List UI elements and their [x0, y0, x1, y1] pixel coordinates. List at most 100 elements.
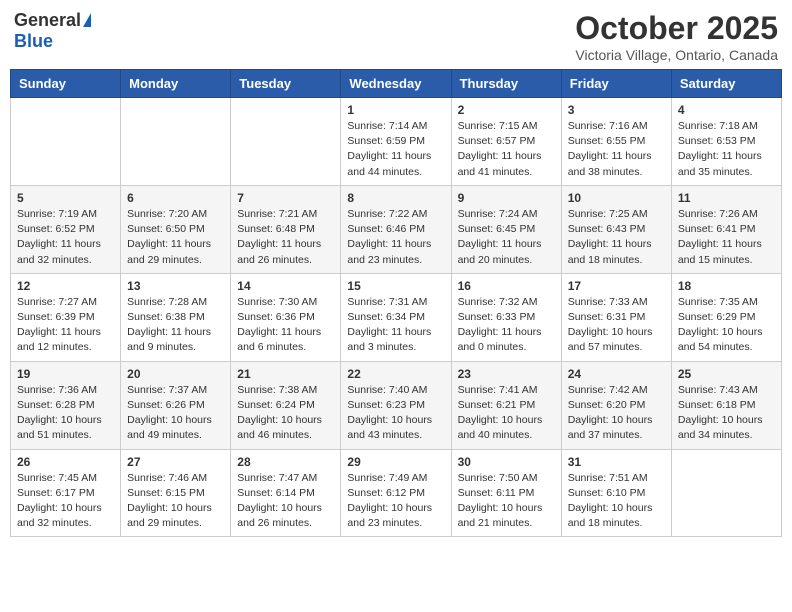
day-info: Sunrise: 7:38 AM Sunset: 6:24 PM Dayligh…: [237, 383, 334, 444]
day-number: 13: [127, 279, 224, 293]
calendar-cell: 11 Sunrise: 7:26 AM Sunset: 6:41 PM Dayli…: [671, 185, 781, 273]
calendar-cell: 25 Sunrise: 7:43 AM Sunset: 6:18 PM Dayli…: [671, 361, 781, 449]
calendar-cell: [671, 449, 781, 537]
calendar-cell: 29 Sunrise: 7:49 AM Sunset: 6:12 PM Dayli…: [341, 449, 451, 537]
day-info: Sunrise: 7:15 AM Sunset: 6:57 PM Dayligh…: [458, 119, 555, 180]
calendar-cell: 22Sunrise: 7:40 AM Sunset: 6:23 PM Dayli…: [341, 361, 451, 449]
day-number: 26: [17, 455, 114, 469]
day-info: Sunrise: 7:33 AM Sunset: 6:31 PM Dayligh…: [568, 295, 665, 356]
day-info: Sunrise: 7:42 AM Sunset: 6:20 PM Dayligh…: [568, 383, 665, 444]
calendar-cell: 10 Sunrise: 7:25 AM Sunset: 6:43 PM Dayli…: [561, 185, 671, 273]
calendar-cell: 12 Sunrise: 7:27 AM Sunset: 6:39 PM Dayli…: [11, 273, 121, 361]
day-of-week-header: Friday: [561, 70, 671, 98]
calendar-cell: 6 Sunrise: 7:20 AM Sunset: 6:50 PM Daylig…: [121, 185, 231, 273]
day-of-week-header: Thursday: [451, 70, 561, 98]
day-number: 3: [568, 103, 665, 117]
day-info: Sunrise: 7:35 AM Sunset: 6:29 PM Dayligh…: [678, 295, 775, 356]
day-number: 30: [458, 455, 555, 469]
calendar-week-row: 12 Sunrise: 7:27 AM Sunset: 6:39 PM Dayli…: [11, 273, 782, 361]
day-of-week-header: Wednesday: [341, 70, 451, 98]
calendar-cell: 1 Sunrise: 7:14 AM Sunset: 6:59 PM Daylig…: [341, 98, 451, 186]
day-info: Sunrise: 7:37 AM Sunset: 6:26 PM Dayligh…: [127, 383, 224, 444]
day-number: 5: [17, 191, 114, 205]
day-number: 20: [127, 367, 224, 381]
calendar-week-row: 26 Sunrise: 7:45 AM Sunset: 6:17 PM Dayli…: [11, 449, 782, 537]
day-info: Sunrise: 7:49 AM Sunset: 6:12 PM Dayligh…: [347, 471, 444, 532]
calendar-cell: 31 Sunrise: 7:51 AM Sunset: 6:10 PM Dayli…: [561, 449, 671, 537]
calendar-cell: 5 Sunrise: 7:19 AM Sunset: 6:52 PM Daylig…: [11, 185, 121, 273]
day-of-week-header: Sunday: [11, 70, 121, 98]
day-info: Sunrise: 7:26 AM Sunset: 6:41 PM Dayligh…: [678, 207, 775, 268]
calendar-cell: 21 Sunrise: 7:38 AM Sunset: 6:24 PM Dayli…: [231, 361, 341, 449]
day-number: 24: [568, 367, 665, 381]
calendar-cell: 13 Sunrise: 7:28 AM Sunset: 6:38 PM Dayli…: [121, 273, 231, 361]
day-number: 4: [678, 103, 775, 117]
day-info: Sunrise: 7:21 AM Sunset: 6:48 PM Dayligh…: [237, 207, 334, 268]
day-number: 12: [17, 279, 114, 293]
calendar-cell: 18Sunrise: 7:35 AM Sunset: 6:29 PM Dayli…: [671, 273, 781, 361]
logo: General Blue: [14, 10, 91, 52]
day-info: Sunrise: 7:45 AM Sunset: 6:17 PM Dayligh…: [17, 471, 114, 532]
day-number: 6: [127, 191, 224, 205]
day-number: 9: [458, 191, 555, 205]
day-info: Sunrise: 7:46 AM Sunset: 6:15 PM Dayligh…: [127, 471, 224, 532]
title-block: October 2025 Victoria Village, Ontario, …: [575, 10, 778, 63]
calendar-cell: 3 Sunrise: 7:16 AM Sunset: 6:55 PM Daylig…: [561, 98, 671, 186]
day-number: 7: [237, 191, 334, 205]
calendar-week-row: 5 Sunrise: 7:19 AM Sunset: 6:52 PM Daylig…: [11, 185, 782, 273]
calendar-cell: 23Sunrise: 7:41 AM Sunset: 6:21 PM Dayli…: [451, 361, 561, 449]
day-info: Sunrise: 7:18 AM Sunset: 6:53 PM Dayligh…: [678, 119, 775, 180]
calendar-table: SundayMondayTuesdayWednesdayThursdayFrid…: [10, 69, 782, 537]
day-number: 1: [347, 103, 444, 117]
logo-triangle-icon: [83, 13, 91, 27]
day-info: Sunrise: 7:51 AM Sunset: 6:10 PM Dayligh…: [568, 471, 665, 532]
calendar-cell: [231, 98, 341, 186]
calendar-cell: 14Sunrise: 7:30 AM Sunset: 6:36 PM Dayli…: [231, 273, 341, 361]
day-number: 8: [347, 191, 444, 205]
day-info: Sunrise: 7:25 AM Sunset: 6:43 PM Dayligh…: [568, 207, 665, 268]
calendar-cell: 26 Sunrise: 7:45 AM Sunset: 6:17 PM Dayli…: [11, 449, 121, 537]
calendar-week-row: 19Sunrise: 7:36 AM Sunset: 6:28 PM Dayli…: [11, 361, 782, 449]
day-info: Sunrise: 7:40 AM Sunset: 6:23 PM Dayligh…: [347, 383, 444, 444]
day-info: Sunrise: 7:22 AM Sunset: 6:46 PM Dayligh…: [347, 207, 444, 268]
day-info: Sunrise: 7:20 AM Sunset: 6:50 PM Dayligh…: [127, 207, 224, 268]
day-info: Sunrise: 7:27 AM Sunset: 6:39 PM Dayligh…: [17, 295, 114, 356]
day-info: Sunrise: 7:36 AM Sunset: 6:28 PM Dayligh…: [17, 383, 114, 444]
day-info: Sunrise: 7:24 AM Sunset: 6:45 PM Dayligh…: [458, 207, 555, 268]
calendar-cell: 20 Sunrise: 7:37 AM Sunset: 6:26 PM Dayli…: [121, 361, 231, 449]
day-info: Sunrise: 7:19 AM Sunset: 6:52 PM Dayligh…: [17, 207, 114, 268]
day-number: 25: [678, 367, 775, 381]
calendar-cell: 30 Sunrise: 7:50 AM Sunset: 6:11 PM Dayli…: [451, 449, 561, 537]
day-number: 31: [568, 455, 665, 469]
day-of-week-header: Monday: [121, 70, 231, 98]
calendar-cell: 24 Sunrise: 7:42 AM Sunset: 6:20 PM Dayli…: [561, 361, 671, 449]
day-number: 17: [568, 279, 665, 293]
day-number: 21: [237, 367, 334, 381]
day-info: Sunrise: 7:16 AM Sunset: 6:55 PM Dayligh…: [568, 119, 665, 180]
calendar-header-row: SundayMondayTuesdayWednesdayThursdayFrid…: [11, 70, 782, 98]
calendar-cell: 7 Sunrise: 7:21 AM Sunset: 6:48 PM Daylig…: [231, 185, 341, 273]
page-header: General Blue October 2025 Victoria Villa…: [10, 10, 782, 63]
calendar-cell: 4 Sunrise: 7:18 AM Sunset: 6:53 PM Daylig…: [671, 98, 781, 186]
calendar-cell: 8 Sunrise: 7:22 AM Sunset: 6:46 PM Daylig…: [341, 185, 451, 273]
day-info: Sunrise: 7:14 AM Sunset: 6:59 PM Dayligh…: [347, 119, 444, 180]
calendar-week-row: 1 Sunrise: 7:14 AM Sunset: 6:59 PM Daylig…: [11, 98, 782, 186]
day-info: Sunrise: 7:31 AM Sunset: 6:34 PM Dayligh…: [347, 295, 444, 356]
calendar-cell: [11, 98, 121, 186]
day-of-week-header: Tuesday: [231, 70, 341, 98]
calendar-cell: 16Sunrise: 7:32 AM Sunset: 6:33 PM Dayli…: [451, 273, 561, 361]
day-number: 10: [568, 191, 665, 205]
calendar-cell: 27Sunrise: 7:46 AM Sunset: 6:15 PM Dayli…: [121, 449, 231, 537]
day-info: Sunrise: 7:30 AM Sunset: 6:36 PM Dayligh…: [237, 295, 334, 356]
month-title: October 2025: [575, 10, 778, 47]
calendar-cell: 19Sunrise: 7:36 AM Sunset: 6:28 PM Dayli…: [11, 361, 121, 449]
day-number: 23: [458, 367, 555, 381]
day-number: 29: [347, 455, 444, 469]
day-number: 11: [678, 191, 775, 205]
day-info: Sunrise: 7:50 AM Sunset: 6:11 PM Dayligh…: [458, 471, 555, 532]
calendar-cell: 17 Sunrise: 7:33 AM Sunset: 6:31 PM Dayli…: [561, 273, 671, 361]
day-number: 15: [347, 279, 444, 293]
calendar-cell: 2Sunrise: 7:15 AM Sunset: 6:57 PM Daylig…: [451, 98, 561, 186]
day-info: Sunrise: 7:28 AM Sunset: 6:38 PM Dayligh…: [127, 295, 224, 356]
day-info: Sunrise: 7:43 AM Sunset: 6:18 PM Dayligh…: [678, 383, 775, 444]
